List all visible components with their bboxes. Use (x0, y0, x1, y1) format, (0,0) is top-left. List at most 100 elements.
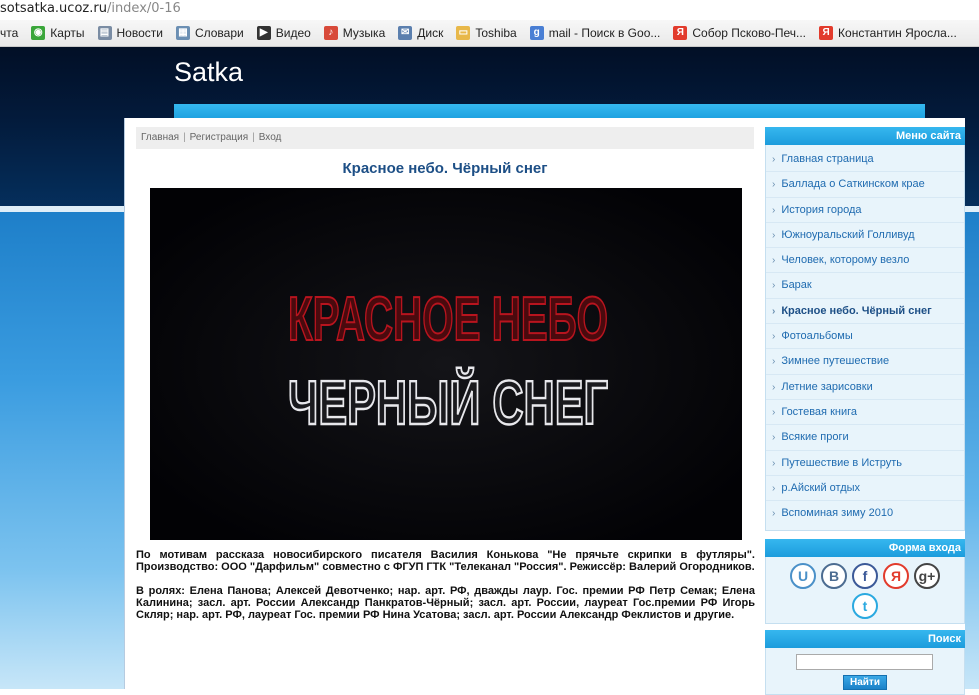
menu-item[interactable]: › Барак (766, 273, 964, 299)
maps-icon: ◉ (31, 26, 46, 40)
chevron-right-icon: › (772, 356, 776, 368)
bookmark-label: Музыка (342, 26, 386, 40)
menu-item[interactable]: › Человек, которому везло (766, 248, 964, 274)
bookmark-item[interactable]: ♪ Музыка (323, 26, 386, 40)
menu-item[interactable]: › История города (766, 198, 964, 223)
bookmark-label: Константин Яросла... (838, 26, 957, 40)
video-title-line2: ЧЕРНЫЙ СНЕГ (288, 368, 608, 438)
content-panel: Главная | Регистрация | Вход Красное небо. Ч… (124, 118, 965, 695)
bookmark-item[interactable]: Я Собор Псково-Печ... (673, 26, 806, 40)
site-menu: › Главная страница › Баллада о Саткинском к… (765, 145, 965, 532)
bookmark-item[interactable]: ▭ Toshiba (456, 26, 517, 40)
google-plus-icon[interactable]: g+ (914, 563, 940, 590)
nav-link-register[interactable]: Регистрация (190, 132, 248, 143)
menu-item[interactable]: › Всякие проги (766, 425, 964, 451)
menu-item-label: Барак (781, 279, 812, 292)
menu-item-label: История города (781, 203, 862, 216)
menu-item[interactable]: › Главная страница (766, 147, 964, 173)
site-title[interactable]: Satka (174, 57, 243, 88)
chevron-right-icon: › (772, 381, 776, 393)
menu-item[interactable]: › Красное небо. Чёрный снег (766, 299, 964, 325)
menu-item-label: Вспоминая зиму 2010 (781, 507, 894, 520)
video-player[interactable]: КРАСНОЕ НЕБО ЧЕРНЫЙ СНЕГ (150, 188, 742, 540)
url-path: /index/0-16 (106, 1, 181, 16)
social-glyph: f (862, 568, 868, 585)
bookmark-label: Карты (50, 26, 85, 40)
menu-item-label: Путешествие в Иструть (781, 456, 903, 469)
ucoz-icon[interactable]: U (790, 563, 816, 590)
bookmark-label: Видео (275, 26, 311, 40)
vk-icon[interactable]: B (821, 563, 847, 590)
article-paragraph: В ролях: Елена Панова; Алексей Девотченк… (136, 585, 755, 621)
yandex-icon[interactable]: Я (883, 563, 909, 590)
menu-item[interactable]: › Летние зарисовки (766, 375, 964, 400)
address-bar[interactable]: sotsatka.ucoz.ru/index/0-16 (0, 0, 979, 20)
chevron-right-icon: › (772, 457, 776, 469)
sidebar: Меню сайта › Главная страница › Баллада о С… (765, 127, 965, 695)
bookmark-label: чта (0, 26, 19, 40)
play-icon: ▶ (256, 26, 271, 40)
menu-item-label: Всякие проги (781, 431, 849, 444)
page-title: Красное небо. Чёрный снег (342, 160, 548, 177)
social-glyph: U (797, 568, 809, 585)
article-paragraph: По мотивам рассказа новосибирского писат… (136, 549, 755, 573)
bookmark-item[interactable]: чта (0, 26, 18, 40)
menu-item[interactable]: › Гостевая книга (766, 400, 964, 426)
social-glyph: B (828, 568, 840, 585)
menu-item-label: Главная страница (781, 153, 874, 165)
url-host: sotsatka.ucoz.ru (0, 1, 107, 16)
bookmark-item[interactable]: Я Константин Яросла... (819, 26, 957, 40)
yandex-icon: Я (819, 26, 834, 40)
bookmark-item[interactable]: ▤ Новости (97, 26, 163, 40)
social-glyph: Я (890, 568, 902, 585)
menu-item-label: Человек, которому везло (781, 254, 910, 267)
menu-item-label: Южноуральский Голливуд (781, 228, 915, 241)
nav-link-home[interactable]: Главная (141, 132, 179, 143)
social-glyph: t (862, 598, 868, 615)
nav-link-login[interactable]: Вход (259, 132, 282, 143)
login-header: Форма входа (765, 539, 965, 558)
menu-header: Меню сайта (765, 127, 965, 145)
chevron-right-icon: › (772, 432, 776, 444)
menu-item[interactable]: › Фотоальбомы (766, 324, 964, 350)
video-frame: КРАСНОЕ НЕБО ЧЕРНЫЙ СНЕГ (150, 188, 742, 540)
menu-item[interactable]: › Зимнее путешествие (766, 349, 964, 375)
menu-item[interactable]: › Путешествие в Иструть (766, 451, 964, 476)
search-input[interactable] (796, 654, 933, 671)
bookmark-item[interactable]: ▶ Видео (256, 26, 311, 40)
chevron-right-icon: › (772, 229, 776, 241)
music-icon: ♪ (323, 26, 338, 40)
chevron-right-icon: › (772, 406, 776, 418)
chevron-right-icon: › (772, 255, 776, 267)
article-body: По мотивам рассказа новосибирского писат… (136, 549, 755, 633)
bookmark-item[interactable]: ✉ Диск (398, 26, 443, 40)
background-right (964, 212, 979, 689)
breadcrumb-separator: | (252, 132, 255, 143)
bookmark-item[interactable]: ▦ Словари (175, 26, 244, 40)
menu-item[interactable]: › р.Айский отдых (766, 476, 964, 502)
google-icon: g (529, 26, 544, 40)
bookmark-label: Диск (417, 26, 444, 40)
folder-icon: ▭ (456, 26, 471, 40)
bookmark-label: mail - Поиск в Goo... (548, 26, 661, 40)
bookmark-item[interactable]: g mail - Поиск в Goo... (529, 26, 661, 40)
search-button[interactable]: Найти (843, 675, 887, 691)
twitter-icon[interactable]: t (852, 593, 878, 620)
bookmark-label: Собор Псково-Печ... (692, 26, 807, 40)
chevron-right-icon: › (772, 154, 776, 165)
menu-item-label: Летние зарисовки (781, 380, 873, 393)
social-login-row: t (766, 593, 964, 620)
chevron-right-icon: › (772, 482, 776, 494)
breadcrumb: Главная | Регистрация | Вход (136, 127, 754, 149)
menu-item[interactable]: › Южноуральский Голливуд (766, 223, 964, 249)
menu-item[interactable]: › Баллада о Саткинском крае (766, 172, 964, 198)
search-header: Поиск (765, 630, 965, 649)
bookmark-label: Словари (194, 26, 244, 40)
menu-item-label: Фотоальбомы (781, 330, 853, 343)
video-title-line1: КРАСНОЕ НЕБО (288, 285, 608, 354)
facebook-icon[interactable]: f (852, 563, 878, 590)
chevron-right-icon: › (772, 179, 776, 191)
menu-item[interactable]: › Вспоминая зиму 2010 (766, 501, 964, 526)
bookmark-item[interactable]: ◉ Карты (31, 26, 85, 40)
menu-item-label: Баллада о Саткинском крае (781, 178, 925, 191)
